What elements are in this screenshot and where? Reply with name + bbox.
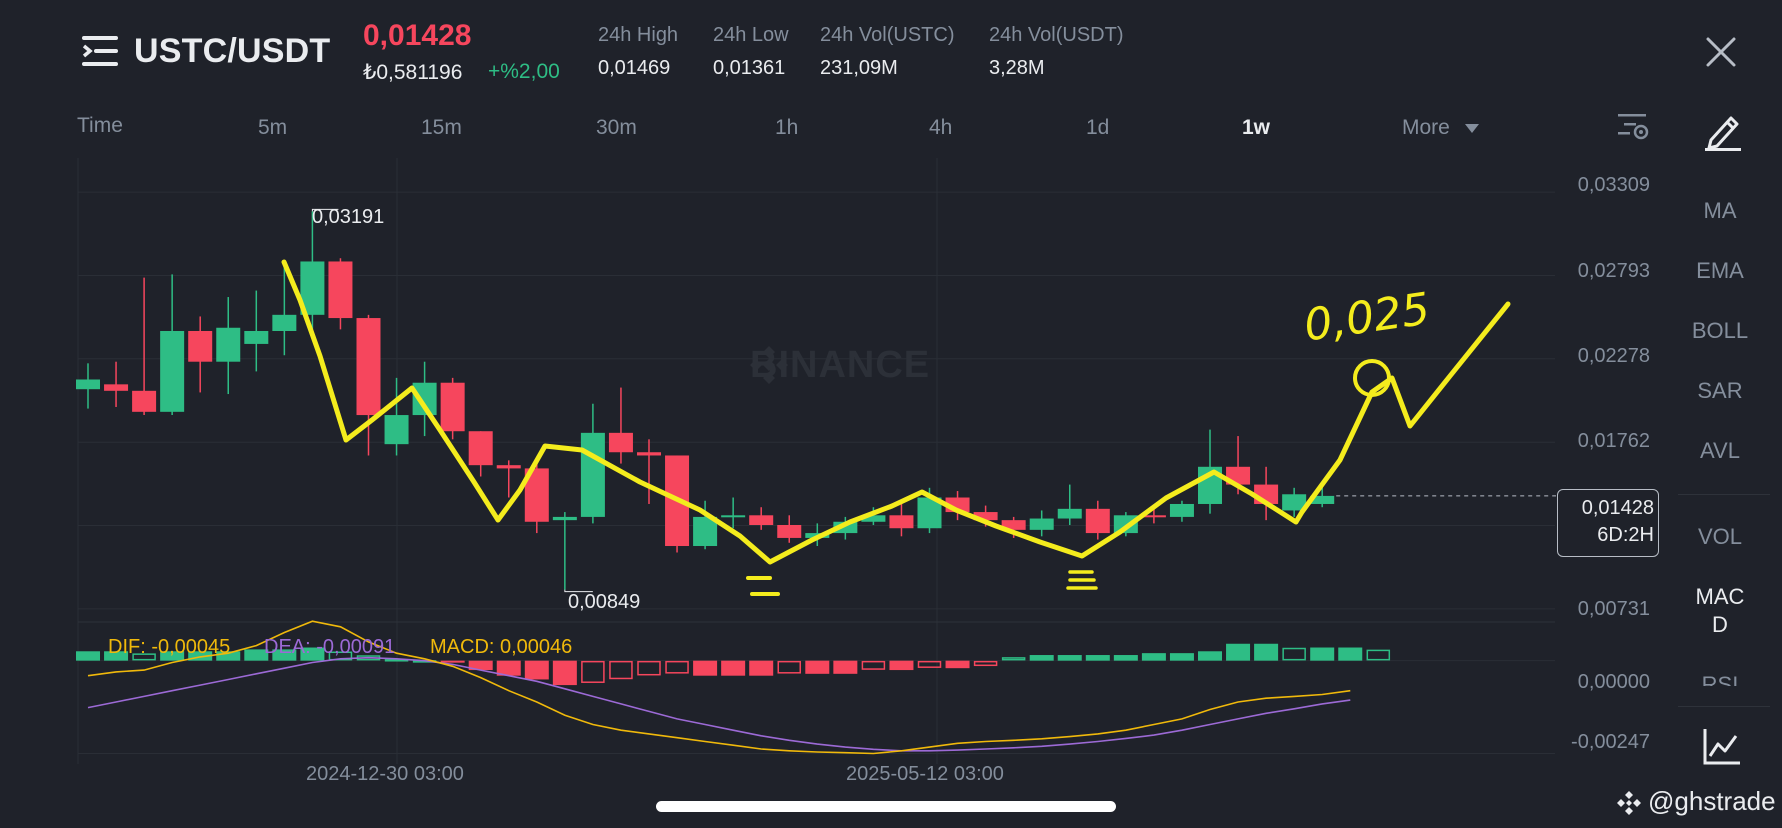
macd-histogram-bar: [833, 660, 858, 674]
pencil-icon[interactable]: [1703, 110, 1743, 152]
macd-histogram-bar: [524, 660, 549, 680]
macd-histogram-bar: [889, 660, 914, 671]
macd-histogram-bar: [1085, 655, 1110, 661]
price-axis-tick: 0,02793: [1577, 260, 1650, 282]
macd-histogram-bar: [1113, 655, 1138, 661]
high-price-label: 0,03191: [312, 206, 385, 228]
candle-body: [637, 452, 661, 456]
macd-axis-tick: 0,00000: [1577, 671, 1650, 693]
macd-histogram-bar: [1001, 657, 1026, 661]
candle-body: [749, 515, 774, 525]
candle-body: [1029, 518, 1054, 530]
candle-countdown: 6D:2H: [1597, 524, 1654, 546]
drawn-bottom-mark: [746, 576, 780, 596]
chart[interactable]: [0, 0, 1560, 800]
macd-histogram-bar: [805, 660, 830, 674]
macd-histogram-bar: [552, 660, 577, 686]
candle-body: [76, 379, 100, 390]
candle-body: [132, 390, 157, 412]
price-axis-tick: 0,00731: [1577, 598, 1650, 620]
macd-histogram-bar: [693, 660, 718, 676]
indicator-rsi[interactable]: RSI: [1670, 672, 1770, 686]
macd-histogram-bar: [1366, 649, 1391, 661]
candle-body: [188, 330, 213, 362]
indicator-boll[interactable]: BOLL: [1670, 318, 1770, 344]
macd-histogram-bar: [861, 660, 886, 670]
macd-histogram-bar: [76, 651, 100, 661]
candle-body: [104, 384, 129, 391]
price-axis-tick: 0,01762: [1577, 430, 1650, 452]
macd-histogram-bar: [777, 660, 801, 674]
panel-divider: [1678, 706, 1770, 707]
macd-axis-tick: -0,00247: [1571, 731, 1650, 753]
candle-body: [777, 524, 802, 538]
candle-body: [440, 382, 465, 432]
candle-body: [384, 415, 409, 445]
macd-histogram-bar: [1141, 653, 1166, 661]
time-axis-tick: 2024-12-30 03:00: [306, 763, 464, 785]
candle-body: [160, 330, 185, 412]
macd-histogram-bar: [1338, 647, 1363, 661]
binance-logo-icon: [1617, 791, 1641, 815]
current-price-value: 0,01428: [1581, 497, 1654, 519]
macd-histogram-bar: [609, 660, 633, 680]
macd-histogram-bar: [637, 660, 661, 676]
indicator-vol[interactable]: VOL: [1670, 524, 1770, 550]
candle-body: [1085, 508, 1110, 534]
macd-histogram-bar: [1282, 647, 1306, 661]
macd-legend-dif: DIF: -0,00045: [108, 636, 231, 658]
candle-body: [272, 314, 297, 331]
candle-body: [216, 327, 241, 362]
chart-type-icon[interactable]: [1702, 726, 1742, 766]
binance-logo-icon: [750, 346, 788, 384]
candle-body: [1169, 503, 1194, 517]
candle-body: [496, 465, 521, 469]
macd-histogram-bar: [1169, 653, 1194, 661]
candle-body: [356, 318, 381, 416]
macd-histogram-bar: [749, 660, 774, 676]
dea-line: [87, 656, 1351, 752]
macd-histogram-bar: [581, 660, 605, 683]
price-axis-tick: 0,02278: [1577, 345, 1650, 367]
macd-histogram-bar: [1029, 655, 1054, 661]
macd-histogram-bar: [665, 660, 689, 674]
indicator-ma[interactable]: MA: [1670, 198, 1770, 224]
close-icon[interactable]: [1705, 36, 1737, 68]
macd-histogram-bar: [973, 660, 998, 667]
price-axis-tick: 0,03309: [1577, 174, 1650, 196]
time-axis-tick: 2025-05-12 03:00: [846, 763, 1004, 785]
home-indicator: [656, 801, 1116, 812]
indicator-ema[interactable]: EMA: [1670, 258, 1770, 284]
watermark-credit: @ghstrade: [1648, 786, 1776, 816]
macd-legend-macd: MACD: 0,00046: [430, 636, 573, 658]
candle-body: [889, 515, 914, 529]
indicator-sar[interactable]: SAR: [1670, 378, 1770, 404]
macd-histogram-bar: [1254, 643, 1279, 661]
indicator-macd[interactable]: MAC D: [1670, 583, 1770, 639]
candle-body: [608, 432, 633, 453]
drawn-bottom-mark: [1066, 570, 1098, 590]
candle-body: [721, 515, 746, 518]
macd-histogram-bar: [721, 660, 746, 676]
macd-histogram-bar: [1057, 655, 1082, 661]
indicator-avl[interactable]: AVL: [1670, 438, 1770, 464]
candle-body: [580, 432, 605, 517]
macd-histogram-bar: [1226, 643, 1251, 661]
macd-legend-dea: DEA: -0,00091: [264, 636, 396, 658]
macd-histogram-bar: [440, 660, 465, 663]
candle-body: [468, 431, 493, 466]
macd-histogram-bar: [1198, 651, 1222, 661]
macd-histogram-bar: [945, 660, 970, 669]
candle-body: [1057, 508, 1082, 519]
low-price-label: 0,00849: [568, 591, 641, 613]
chart-settings-icon[interactable]: [1618, 112, 1650, 142]
candle-body: [552, 516, 577, 521]
macd-histogram-bar: [1310, 647, 1335, 661]
candle-body: [244, 330, 269, 344]
candle-body: [328, 261, 353, 319]
panel-divider: [1678, 494, 1770, 495]
